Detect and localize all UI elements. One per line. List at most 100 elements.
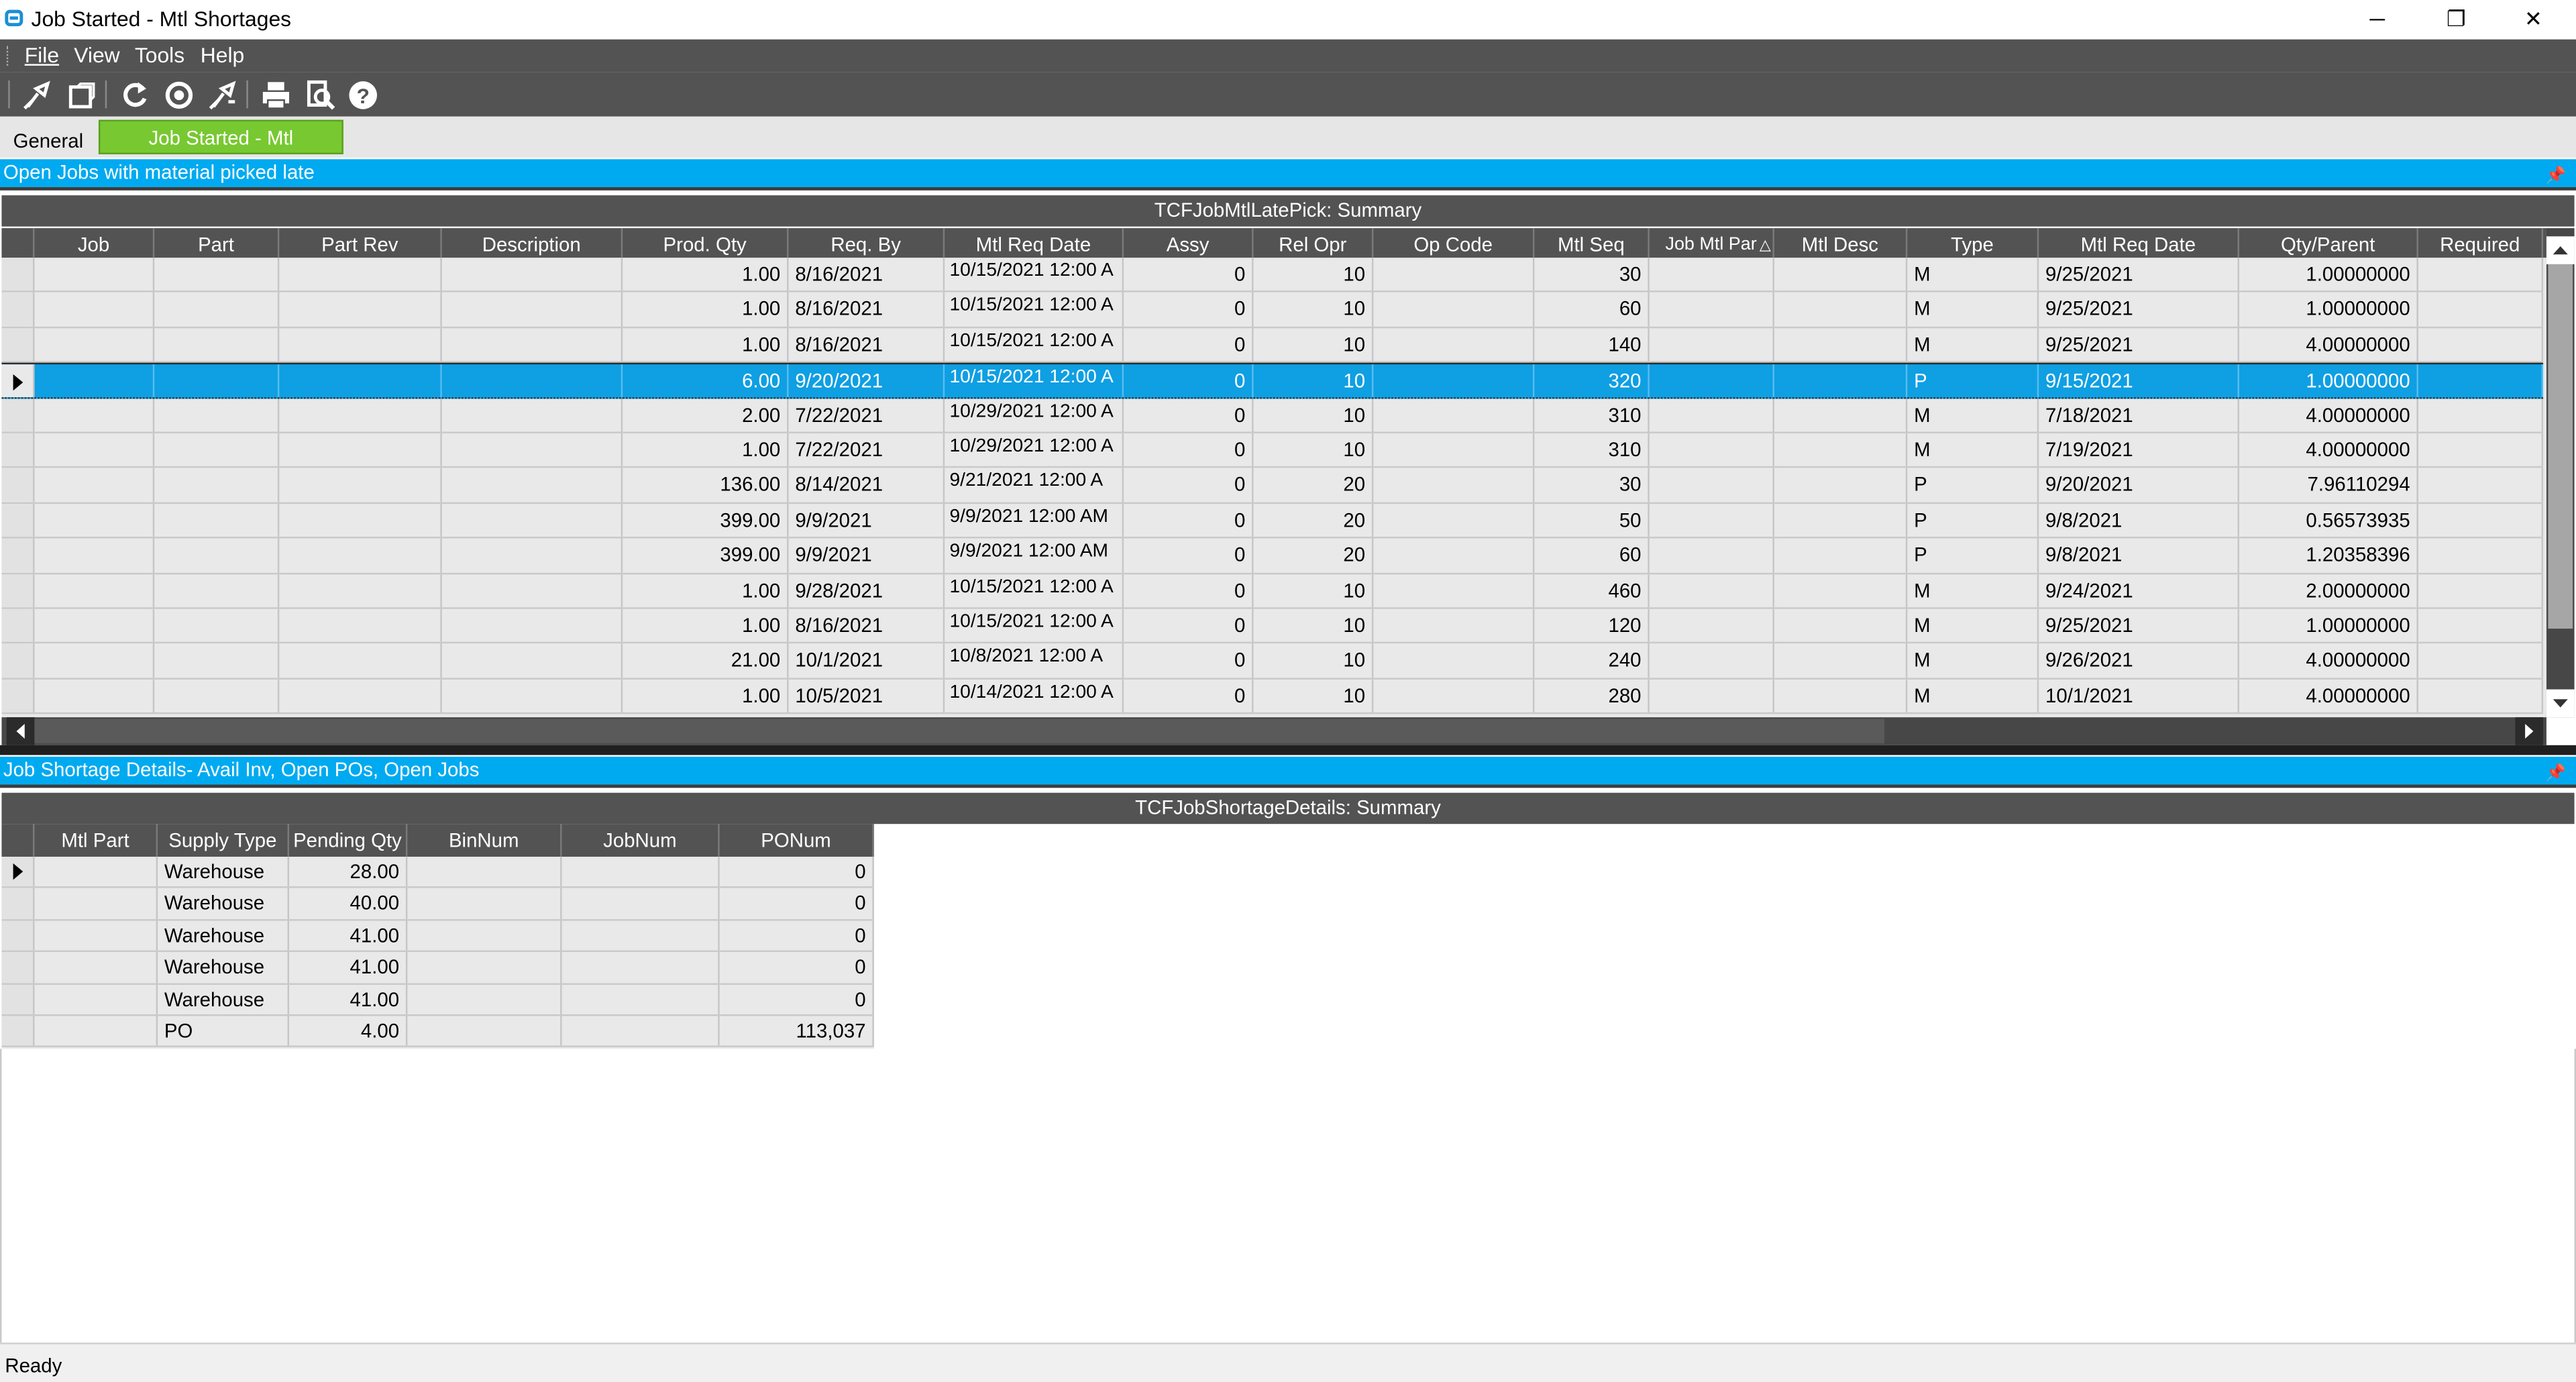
table-cell[interactable] bbox=[1650, 433, 1774, 467]
table-cell[interactable] bbox=[1650, 327, 1774, 362]
table-cell[interactable]: 0 bbox=[1124, 258, 1254, 292]
table-cell[interactable]: 0.56573935 bbox=[2239, 503, 2418, 537]
table-cell[interactable]: 21.00 bbox=[623, 644, 789, 678]
table-cell[interactable]: Warehouse bbox=[158, 984, 290, 1014]
table-cell[interactable]: 399.00 bbox=[623, 503, 789, 537]
table-cell[interactable]: 8/16/2021 bbox=[789, 293, 945, 327]
close-button[interactable]: ✕ bbox=[2496, 0, 2571, 40]
table-cell[interactable] bbox=[279, 503, 442, 537]
table-cell[interactable] bbox=[1650, 398, 1774, 432]
table-cell[interactable]: 10/1/2021 bbox=[789, 644, 945, 678]
row-selector[interactable] bbox=[1, 538, 35, 572]
tab-job-started-mtl-shortages[interactable]: Job Started - Mtl Shortages bbox=[98, 119, 343, 184]
table-cell[interactable] bbox=[442, 433, 623, 467]
table-cell[interactable]: 10 bbox=[1254, 644, 1374, 678]
table-cell[interactable]: 4.00000000 bbox=[2239, 327, 2418, 362]
table-cell[interactable]: 0 bbox=[720, 857, 874, 888]
new-window-icon[interactable] bbox=[66, 78, 99, 111]
table-cell[interactable]: M bbox=[1907, 679, 2039, 713]
table-cell[interactable]: 9/26/2021 bbox=[2039, 644, 2239, 678]
table-cell[interactable] bbox=[442, 679, 623, 713]
table-cell[interactable] bbox=[2418, 258, 2544, 292]
table-cell[interactable] bbox=[279, 398, 442, 432]
table-cell[interactable] bbox=[407, 984, 562, 1014]
table-cell[interactable] bbox=[34, 608, 155, 643]
table-cell[interactable]: M bbox=[1907, 574, 2039, 608]
column-header-qty-parent[interactable]: Qty/Parent bbox=[2239, 228, 2418, 262]
table-cell[interactable] bbox=[154, 258, 280, 292]
table-cell[interactable] bbox=[2418, 327, 2544, 362]
table-cell[interactable] bbox=[442, 364, 623, 397]
table-cell[interactable] bbox=[1774, 433, 1908, 467]
row-selector[interactable] bbox=[1, 888, 35, 919]
table-cell[interactable]: 10 bbox=[1254, 258, 1374, 292]
table-cell[interactable]: 140 bbox=[1534, 327, 1650, 362]
table-cell[interactable]: 9/25/2021 bbox=[2039, 258, 2239, 292]
table-cell[interactable] bbox=[34, 258, 155, 292]
table-cell[interactable]: P bbox=[1907, 364, 2039, 397]
table-cell[interactable]: 20 bbox=[1254, 503, 1374, 537]
row-selector[interactable] bbox=[1, 433, 35, 467]
table-cell[interactable] bbox=[407, 952, 562, 983]
vertical-scrollbar[interactable] bbox=[2546, 228, 2575, 718]
column-header-assy[interactable]: Assy bbox=[1124, 228, 1254, 262]
table-cell[interactable]: 280 bbox=[1534, 679, 1650, 713]
table-cell[interactable] bbox=[1774, 468, 1908, 502]
table-cell[interactable] bbox=[1774, 574, 1908, 608]
table-cell[interactable]: 9/25/2021 bbox=[2039, 608, 2239, 643]
table-cell[interactable]: 10/29/2021 12:00 A bbox=[945, 433, 1124, 467]
table-cell[interactable]: 10 bbox=[1254, 433, 1374, 467]
table-cell[interactable] bbox=[1650, 364, 1774, 397]
table-cell[interactable]: M bbox=[1907, 433, 2039, 467]
table-cell[interactable]: 9/25/2021 bbox=[2039, 327, 2239, 362]
table-cell[interactable]: 1.00 bbox=[623, 258, 789, 292]
table-cell[interactable]: 10/5/2021 bbox=[789, 679, 945, 713]
table-cell[interactable]: 9/15/2021 bbox=[2039, 364, 2239, 397]
table-cell[interactable]: 10/15/2021 12:00 A bbox=[945, 293, 1124, 327]
table-cell[interactable] bbox=[562, 952, 720, 983]
table-cell[interactable]: 10/1/2021 bbox=[2039, 679, 2239, 713]
table-cell[interactable]: 9/20/2021 bbox=[789, 364, 945, 397]
table-cell[interactable] bbox=[1650, 258, 1774, 292]
table-cell[interactable]: 10 bbox=[1254, 364, 1374, 397]
table-cell[interactable] bbox=[1373, 327, 1535, 362]
table-row[interactable]: Warehouse 41.00 0 bbox=[1, 920, 874, 953]
table-cell[interactable] bbox=[154, 503, 280, 537]
table-cell[interactable]: 8/14/2021 bbox=[789, 468, 945, 502]
table-cell[interactable] bbox=[1650, 468, 1774, 502]
table-cell[interactable] bbox=[1650, 679, 1774, 713]
refresh-all-icon[interactable] bbox=[162, 78, 195, 111]
column-header-mtl-seq[interactable]: Mtl Seq bbox=[1534, 228, 1650, 262]
table-row[interactable]: 21.00 10/1/2021 10/8/2021 12:00 A 0 10 240 M 9/… bbox=[1, 644, 2544, 680]
table-cell[interactable]: 10/15/2021 12:00 A bbox=[945, 608, 1124, 643]
table-cell[interactable] bbox=[154, 327, 280, 362]
table-cell[interactable] bbox=[34, 538, 155, 572]
table-cell[interactable] bbox=[562, 920, 720, 951]
table-cell[interactable] bbox=[1774, 293, 1908, 327]
clear-all-icon[interactable] bbox=[207, 78, 240, 111]
table-cell[interactable]: 9/9/2021 bbox=[789, 503, 945, 537]
table-cell[interactable]: 30 bbox=[1534, 468, 1650, 502]
table-cell[interactable]: P bbox=[1907, 468, 2039, 502]
table-cell[interactable] bbox=[34, 644, 155, 678]
table-cell[interactable] bbox=[1650, 293, 1774, 327]
table-cell[interactable] bbox=[34, 503, 155, 537]
table-cell[interactable]: 7/18/2021 bbox=[2039, 398, 2239, 432]
row-selector[interactable] bbox=[1, 503, 35, 537]
row-selector[interactable] bbox=[1, 468, 35, 502]
table-row[interactable]: 399.00 9/9/2021 9/9/2021 12:00 AM 0 20 50 P 9/8… bbox=[1, 503, 2544, 539]
row-selector[interactable] bbox=[1, 920, 35, 951]
table-cell[interactable]: 4.00000000 bbox=[2239, 679, 2418, 713]
column-header-pending-qty[interactable]: Pending Qty bbox=[289, 824, 408, 857]
column-header-jobnum[interactable]: JobNum bbox=[562, 824, 720, 857]
table-cell[interactable] bbox=[1373, 293, 1535, 327]
column-header-mtl-req-date[interactable]: Mtl Req Date bbox=[2039, 228, 2239, 262]
table-cell[interactable] bbox=[1774, 538, 1908, 572]
table-cell[interactable]: 6.00 bbox=[623, 364, 789, 397]
table-cell[interactable] bbox=[442, 574, 623, 608]
table-cell[interactable]: 1.00 bbox=[623, 574, 789, 608]
table-cell[interactable] bbox=[279, 433, 442, 467]
table-cell[interactable]: 1.00 bbox=[623, 433, 789, 467]
table-cell[interactable]: 113,037 bbox=[720, 1016, 874, 1047]
table-cell[interactable] bbox=[442, 503, 623, 537]
